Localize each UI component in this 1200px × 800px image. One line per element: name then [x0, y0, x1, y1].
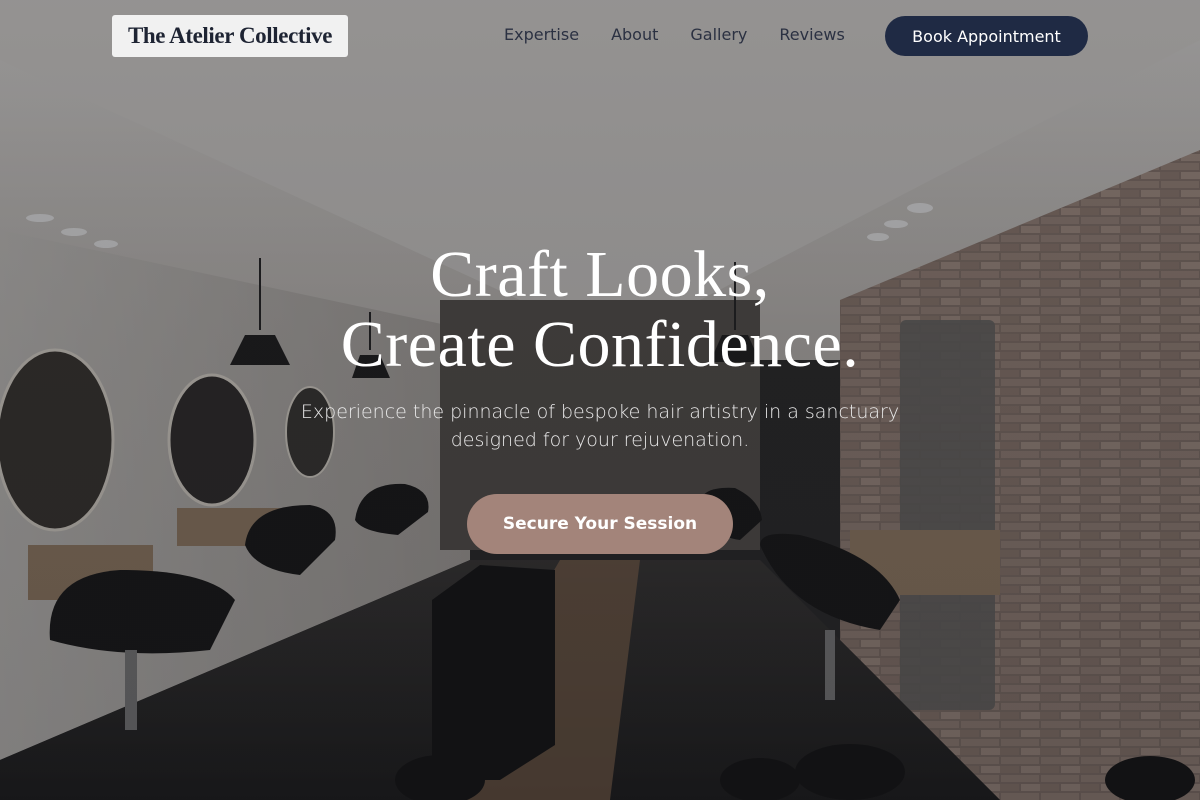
hero-subtitle: Experience the pinnacle of bespoke hair …	[300, 401, 900, 451]
site-header: The Atelier Collective Expertise About G…	[0, 0, 1200, 72]
hero-title-line-1: Craft Looks,	[430, 238, 770, 311]
nav-link-expertise[interactable]: Expertise	[504, 24, 579, 46]
hero-title: Craft Looks, Create Confidence.	[0, 240, 1200, 380]
hero-section: Craft Looks, Create Confidence. Experien…	[0, 240, 1200, 554]
nav-link-gallery[interactable]: Gallery	[690, 24, 747, 46]
nav-link-about[interactable]: About	[611, 24, 658, 46]
hero-title-line-2: Create Confidence.	[340, 308, 860, 381]
secure-session-button[interactable]: Secure Your Session	[467, 494, 733, 554]
book-appointment-button[interactable]: Book Appointment	[885, 16, 1088, 56]
brand-logo[interactable]: The Atelier Collective	[112, 15, 348, 57]
main-nav: Expertise About Gallery Reviews	[504, 24, 877, 46]
nav-link-reviews[interactable]: Reviews	[779, 24, 844, 46]
